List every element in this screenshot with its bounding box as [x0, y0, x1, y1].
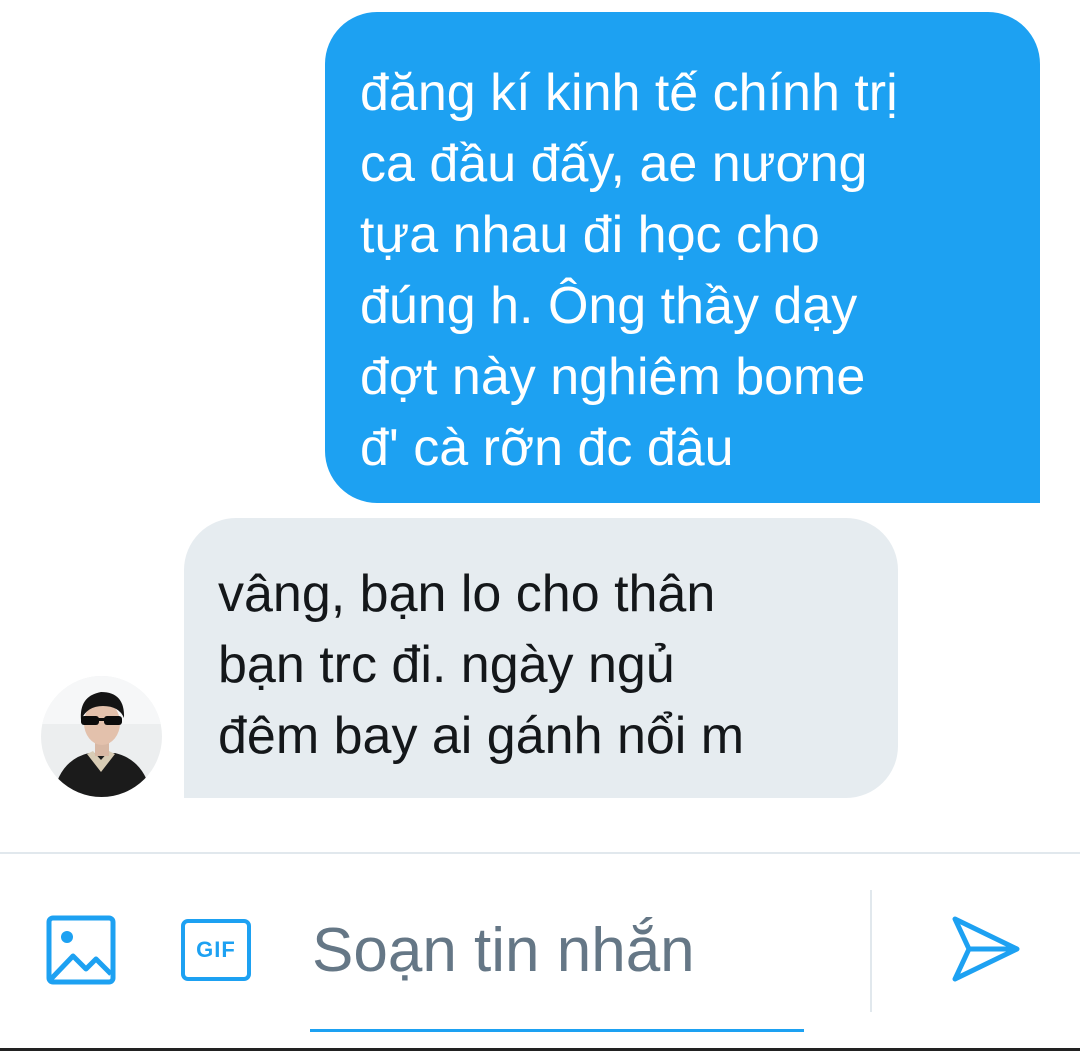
input-underline — [310, 1029, 804, 1032]
image-icon — [46, 915, 116, 985]
incoming-message-bubble[interactable]: vâng, bạn lo cho thân bạn trc đi. ngày n… — [184, 518, 898, 798]
composer-vertical-divider — [870, 890, 872, 1012]
avatar[interactable] — [41, 676, 162, 797]
gif-button[interactable]: GIF — [178, 914, 254, 986]
composer-divider — [0, 852, 1080, 854]
message-input[interactable] — [312, 905, 802, 995]
image-button[interactable] — [45, 914, 117, 986]
outgoing-message-bubble[interactable]: đăng kí kinh tế chính trị ca đầu đấy, ae… — [325, 12, 1040, 503]
send-icon — [952, 916, 1020, 982]
gif-icon: GIF — [181, 919, 251, 981]
send-button[interactable] — [948, 912, 1022, 986]
avatar-photo — [41, 676, 162, 797]
